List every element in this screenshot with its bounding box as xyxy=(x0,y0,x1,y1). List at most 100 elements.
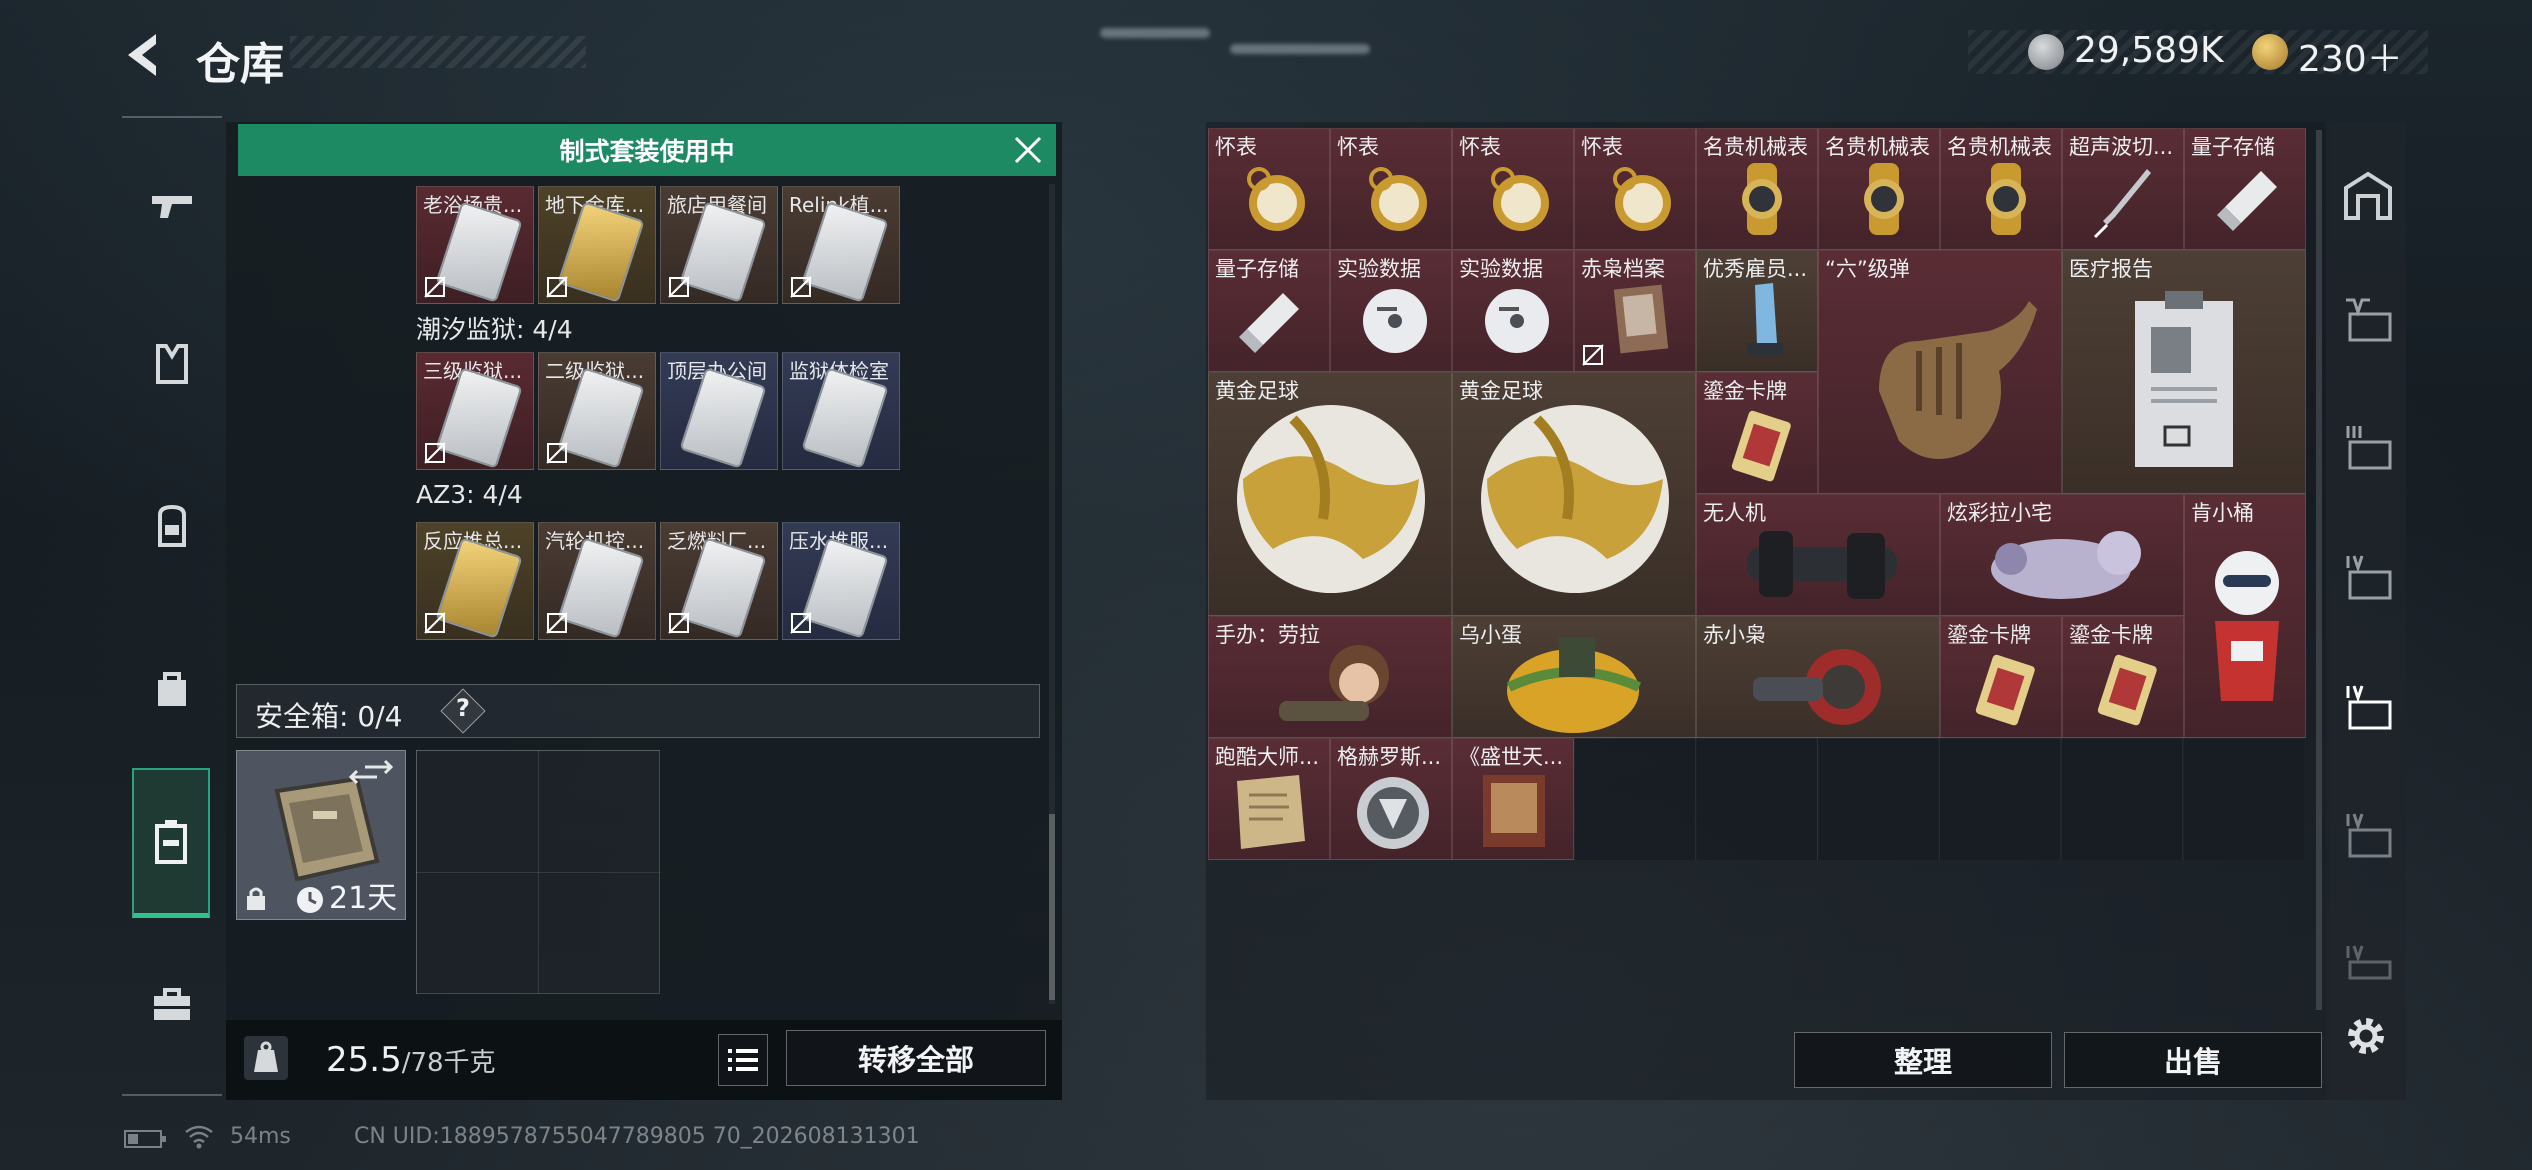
set-label-az3: AZ3: 4/4 xyxy=(416,480,523,509)
item-experiment-data[interactable]: 实验数据 xyxy=(1452,250,1574,372)
item-quantum-storage[interactable]: 量子存储 xyxy=(2184,128,2306,250)
sort-button[interactable]: 整理 xyxy=(1794,1032,2052,1088)
old-paper-icon xyxy=(1237,775,1305,849)
item-pocket-watch[interactable]: 怀表 xyxy=(1452,128,1574,250)
keycard-slot[interactable]: Relink植... xyxy=(782,186,900,304)
wifi-icon xyxy=(185,1125,213,1149)
keycard-slot[interactable]: 地下金库... xyxy=(538,186,656,304)
item-shengshi-book[interactable]: 《盛世天... xyxy=(1452,738,1574,860)
clipboard-report-icon xyxy=(2135,291,2233,467)
item-gehros[interactable]: 格赫罗斯... xyxy=(1330,738,1452,860)
tier-iv-case-icon xyxy=(2346,555,2392,600)
keycard-slot[interactable]: 压水堆服... xyxy=(782,522,900,640)
kit-scroll-thumb[interactable] xyxy=(1049,814,1055,1000)
toolbox-icon xyxy=(154,988,190,1020)
back-button[interactable] xyxy=(120,30,170,80)
no-trade-icon xyxy=(668,276,690,298)
nav-tier-iv-active[interactable] xyxy=(2342,682,2394,734)
no-trade-icon xyxy=(546,276,568,298)
weight-badge xyxy=(244,1036,288,1080)
item-figure-lara[interactable]: 手办：劳拉 xyxy=(1208,616,1452,738)
trophy-crystal-icon xyxy=(1747,283,1783,355)
wristwatch-icon xyxy=(1986,163,2026,235)
item-ken-bucket[interactable]: 肯小桶 xyxy=(2184,494,2306,738)
pocket-watch-icon xyxy=(1491,167,1549,231)
item-colorful-lazy-house[interactable]: 炫彩拉小宅 xyxy=(1940,494,2184,616)
help-mark[interactable]: ? xyxy=(456,694,470,722)
keycard-slot[interactable]: 顶层办公间 xyxy=(660,352,778,470)
clock-icon xyxy=(297,887,323,913)
golden-ball-icon xyxy=(1237,405,1425,593)
item-gilded-card[interactable]: 鎏金卡牌 xyxy=(2062,616,2184,738)
keycard-slot[interactable]: 反应堆总... xyxy=(416,522,534,640)
weight-kg-icon xyxy=(254,1041,278,1072)
nav-tier-iv[interactable] xyxy=(2342,810,2394,862)
item-luxury-watch[interactable]: 名贵机械表 xyxy=(1818,128,1940,250)
keycard-slot[interactable]: 旅店用餐间 xyxy=(660,186,778,304)
settings-button[interactable] xyxy=(2342,1012,2390,1060)
item-luxury-watch[interactable]: 名贵机械表 xyxy=(1940,128,2062,250)
safe-box-item[interactable]: 21天 xyxy=(236,750,406,920)
no-trade-icon xyxy=(424,276,446,298)
item-red-owl-file[interactable]: 赤枭档案 xyxy=(1574,250,1696,372)
keycard-slot[interactable]: 二级监狱... xyxy=(538,352,656,470)
nav-bag[interactable] xyxy=(134,650,210,726)
golden-ball-icon xyxy=(1481,405,1669,593)
item-parkour-master[interactable]: 跑酷大师... xyxy=(1208,738,1330,860)
banner-text: 制式套装使用中 xyxy=(559,137,735,166)
hand-sculpture-icon xyxy=(1879,301,2037,459)
disc-icon xyxy=(1485,289,1549,353)
item-medical-report[interactable]: 医疗报告 xyxy=(2062,250,2306,494)
item-gilded-card[interactable]: 鎏金卡牌 xyxy=(1940,616,2062,738)
keycard-slot[interactable]: 监狱体检室 xyxy=(782,352,900,470)
banner-close-button[interactable] xyxy=(1012,134,1044,166)
nav-safe-case[interactable] xyxy=(132,768,210,918)
sell-button[interactable]: 出售 xyxy=(2064,1032,2322,1088)
transfer-all-button[interactable]: 转移全部 xyxy=(786,1030,1046,1086)
currency-gold[interactable]: 230＋ xyxy=(2298,30,2403,82)
keycard-slot[interactable]: 老浴场贵... xyxy=(416,186,534,304)
nav-tier-iii[interactable] xyxy=(2342,422,2394,474)
item-pocket-watch[interactable]: 怀表 xyxy=(1574,128,1696,250)
nav-armor[interactable] xyxy=(134,326,210,402)
pocket-watch-icon xyxy=(1369,167,1427,231)
item-golden-football[interactable]: 黄金足球 xyxy=(1452,372,1696,616)
item-golden-football[interactable]: 黄金足球 xyxy=(1208,372,1452,616)
item-pocket-watch[interactable]: 怀表 xyxy=(1208,128,1330,250)
tier-iv-case-icon xyxy=(2346,685,2392,730)
item-excellent-employee[interactable]: 优秀雇员... xyxy=(1696,250,1818,372)
safe-box-grid[interactable] xyxy=(416,750,660,994)
item-ultrasonic-cutter[interactable]: 超声波切... xyxy=(2062,128,2184,250)
nav-home-room[interactable] xyxy=(2342,170,2394,222)
nav-tier-v[interactable] xyxy=(2342,294,2394,346)
kit-scrollbar[interactable] xyxy=(1049,184,1055,1004)
right-nav xyxy=(2326,122,2406,1100)
item-black-egg[interactable]: 乌小蛋 xyxy=(1452,616,1696,738)
list-view-button[interactable] xyxy=(718,1034,768,1086)
no-trade-icon xyxy=(790,612,812,634)
item-experiment-data[interactable]: 实验数据 xyxy=(1330,250,1452,372)
item-red-owl[interactable]: 赤小枭 xyxy=(1696,616,1940,738)
book-cover-icon xyxy=(1483,775,1545,847)
keycard-slot[interactable]: 乏燃料厂... xyxy=(660,522,778,640)
nav-tier-iv[interactable] xyxy=(2342,552,2394,604)
item-drone[interactable]: 无人机 xyxy=(1696,494,1940,616)
lara-figure-icon xyxy=(1279,645,1389,721)
nav-tier-iv[interactable] xyxy=(2342,942,2394,994)
nav-backpack[interactable] xyxy=(134,488,210,564)
playing-card-icon xyxy=(1975,654,2035,726)
back-arrow-icon xyxy=(128,34,156,76)
no-trade-icon xyxy=(546,612,568,634)
keycard-slot[interactable]: 汽轮机控... xyxy=(538,522,656,640)
item-pocket-watch[interactable]: 怀表 xyxy=(1330,128,1452,250)
storage-scrollbar[interactable] xyxy=(2316,130,2322,1010)
item-sixth-grade-bullet[interactable]: “六”级弹 xyxy=(1818,250,2062,494)
item-luxury-watch[interactable]: 名贵机械表 xyxy=(1696,128,1818,250)
item-gilded-card[interactable]: 鎏金卡牌 xyxy=(1696,372,1818,494)
item-quantum-storage[interactable]: 量子存储 xyxy=(1208,250,1330,372)
nav-toolbox[interactable] xyxy=(134,966,210,1042)
keycard-slot[interactable]: 三级监狱... xyxy=(416,352,534,470)
nav-weapons[interactable] xyxy=(134,170,210,246)
no-trade-icon xyxy=(546,442,568,464)
weight-readout: 25.5/78千克 xyxy=(326,1040,496,1080)
